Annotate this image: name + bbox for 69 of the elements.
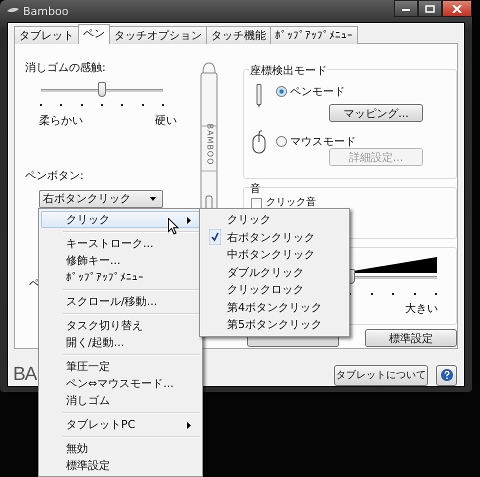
tick-mark	[80, 104, 83, 106]
help-button[interactable]	[436, 364, 457, 386]
pen-icon	[256, 84, 262, 108]
menu-item[interactable]: ﾎﾟｯﾌﾟｱｯﾌﾟﾒﾆｭｰ	[41, 269, 200, 286]
checkbox[interactable]	[251, 198, 262, 208]
leaf-icon	[7, 7, 19, 15]
menu-item[interactable]: キーストローク...	[41, 235, 200, 252]
menu-item[interactable]: ペン⇔マウスモード...	[41, 375, 200, 392]
tab[interactable]: タッチ機能	[206, 26, 271, 44]
tick-mark	[142, 104, 144, 106]
menu-item[interactable]: クリックロック	[202, 281, 347, 298]
menu-item[interactable]: 修飾キー...	[41, 252, 200, 269]
group-label: 座標検出モード	[249, 63, 328, 78]
tab[interactable]: タッチオプション	[109, 26, 207, 44]
menu-item[interactable]: 消しゴム	[41, 392, 200, 409]
maximize-icon	[425, 4, 435, 12]
menu-item[interactable]: クリック	[202, 211, 347, 228]
eraser-feel-label: 消しゴムの感触:	[25, 60, 106, 75]
group-label: 音	[249, 181, 262, 196]
menu-item[interactable]: 右ボタンクリック	[202, 228, 347, 246]
radio-label: ペンモード	[290, 84, 345, 99]
tab[interactable]: タブレット	[14, 26, 79, 44]
menu-item[interactable]: 筆圧一定	[41, 358, 200, 375]
pen-button-label: ペンボタン:	[25, 168, 84, 183]
menu-item[interactable]: タスク切り替え	[41, 317, 200, 334]
tick-mark	[162, 104, 164, 106]
max-label: 硬い	[155, 113, 177, 128]
tab[interactable]: ﾎﾟｯﾌﾟｱｯﾌﾟﾒﾆｭｰ	[270, 26, 358, 44]
about-button[interactable]: タブレットについて	[334, 364, 428, 386]
tick-mark	[370, 293, 372, 295]
close-icon	[452, 4, 462, 12]
pen-button-dropdown[interactable]: 右ボタンクリック	[39, 190, 163, 208]
dropdown-arrow-icon	[150, 197, 156, 201]
tick-mark	[435, 293, 437, 295]
tick-mark	[392, 293, 394, 295]
menu-item[interactable]: 第4ボタンクリック	[202, 298, 347, 316]
pen-logo: BAMBOO	[206, 124, 215, 166]
max-label: 大きい	[405, 301, 438, 316]
minimize-button[interactable]	[394, 0, 418, 17]
tab[interactable]: ペン	[78, 24, 110, 44]
tick-mark	[40, 104, 42, 106]
tick-mark	[414, 293, 416, 295]
menu-item[interactable]: スクロール/移動...	[41, 293, 200, 310]
menu-item[interactable]: 開く/起動...	[41, 334, 200, 351]
option-button[interactable]: マッピング...	[329, 104, 423, 122]
mouse-icon	[252, 130, 266, 154]
reset-button[interactable]: 標準設定	[365, 329, 457, 347]
slider-thumb[interactable]	[98, 82, 106, 97]
menu-item[interactable]: ダブルクリック	[202, 264, 347, 281]
tick-mark	[121, 104, 124, 106]
close-button[interactable]	[442, 0, 472, 17]
menu-item[interactable]: タブレットPC	[41, 416, 200, 433]
radio-label: マウスモード	[290, 134, 356, 149]
menu-item[interactable]: 中ボタンクリック	[202, 246, 347, 264]
menu-item[interactable]: クリック	[41, 211, 200, 228]
min-label: 柔らかい	[39, 113, 83, 128]
cursor-icon	[168, 218, 179, 235]
radio-button[interactable]	[276, 86, 287, 97]
menu-item[interactable]: 第5ボタンクリック	[202, 316, 347, 334]
menu-item[interactable]: 無効	[41, 440, 200, 457]
tick-mark	[60, 104, 62, 106]
menu-item[interactable]: 標準設定	[41, 457, 200, 474]
radio-button[interactable]	[276, 136, 287, 147]
help-icon	[440, 369, 452, 381]
checkbox-label: クリック音	[266, 197, 316, 209]
tick-mark	[100, 104, 103, 106]
window-title: Bamboo	[23, 4, 68, 18]
logo-text: BA	[13, 364, 36, 386]
maximize-button[interactable]	[418, 0, 442, 17]
